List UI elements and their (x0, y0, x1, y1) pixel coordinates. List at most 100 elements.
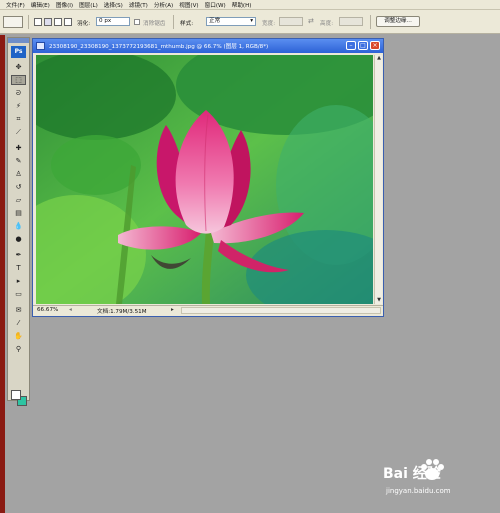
move-tool[interactable]: ✥ (11, 62, 26, 72)
blur-icon: 💧 (14, 222, 23, 230)
document-window: 23308190_23308190_1373772193681_mthumb.j… (32, 38, 384, 317)
eyedropper-icon: ⁄ (17, 319, 20, 327)
document-size-info: 文档:1.79M/3.51M (97, 309, 147, 315)
crop-tool[interactable]: ⌗ (11, 114, 26, 124)
menu-layer[interactable]: 图层(L) (79, 1, 98, 9)
dodge-icon: ● (15, 235, 22, 243)
dodge-tool[interactable]: ● (11, 234, 26, 244)
blur-tool[interactable]: 💧 (11, 221, 26, 231)
menu-image[interactable]: 图像(I) (56, 1, 73, 9)
pen-tool[interactable]: ✒ (11, 250, 26, 260)
gradient-tool[interactable]: ▤ (11, 208, 26, 218)
notes-tool[interactable]: ✉ (11, 305, 26, 315)
move-icon: ✥ (15, 63, 22, 71)
lasso-tool[interactable]: ᘐ (11, 88, 26, 98)
type-tool[interactable]: T (11, 263, 26, 273)
status-arrow-icon[interactable]: ▸ (171, 307, 174, 313)
intersect-selection-icon[interactable] (64, 18, 72, 26)
watermark-url: jingyan.baidu.com (386, 487, 451, 495)
width-label: 宽度: (262, 21, 276, 27)
shape-tool[interactable]: ▭ (11, 289, 26, 299)
menu-filter[interactable]: 滤镜(T) (129, 1, 148, 9)
horizontal-scrollbar[interactable] (181, 307, 381, 314)
menu-select[interactable]: 选择(S) (104, 1, 123, 9)
style-select[interactable]: 正常 ▾ (206, 17, 256, 26)
desktop-edge (0, 35, 5, 513)
options-separator (370, 15, 371, 29)
menu-edit[interactable]: 编辑(E) (31, 1, 50, 9)
chevron-down-icon: ▾ (250, 18, 253, 24)
menu-view[interactable]: 视图(V) (179, 1, 198, 9)
clone-stamp-icon: ♙ (15, 170, 22, 178)
marquee-icon: ⬚ (15, 76, 22, 84)
maximize-icon[interactable]: □ (358, 41, 368, 50)
hand-tool[interactable]: ✋ (11, 331, 26, 341)
document-titlebar[interactable]: 23308190_23308190_1373772193681_mthumb.j… (33, 39, 383, 53)
status-menu-icon[interactable]: ◂ (69, 307, 72, 313)
lasso-icon: ᘐ (16, 88, 21, 97)
swap-icon[interactable]: ⇄ (308, 17, 314, 25)
menu-help[interactable]: 帮助(H) (232, 1, 252, 9)
height-input[interactable] (339, 17, 363, 26)
baidu-watermark: Bai 经验 jingyan.baidu.com (383, 458, 495, 508)
status-bar: 66.67% ◂ 文档:1.79M/3.51M ▸ (33, 305, 383, 315)
shape-icon: ▭ (15, 290, 22, 298)
zoom-icon: ⚲ (15, 345, 22, 353)
foreground-color-swatch[interactable] (11, 390, 21, 400)
path-selection-tool[interactable]: ▸ (11, 276, 26, 286)
brush-icon: ✎ (15, 157, 22, 165)
menu-bar: 文件(F) 编辑(E) 图像(I) 图层(L) 选择(S) 滤镜(T) 分析(A… (0, 0, 500, 10)
history-brush-icon: ↺ (15, 183, 22, 191)
vertical-scrollbar[interactable]: ▲ ▼ (374, 55, 382, 304)
baidu-paw-icon (421, 459, 444, 480)
minimize-icon[interactable]: – (346, 41, 356, 50)
style-label: 样式: (180, 21, 194, 27)
style-select-value: 正常 (209, 18, 221, 24)
width-input[interactable] (279, 17, 303, 26)
magic-wand-tool[interactable]: ⚡ (11, 101, 26, 111)
close-icon[interactable]: × (370, 41, 380, 50)
eyedropper-tool[interactable]: ⁄ (11, 318, 26, 328)
zoom-level[interactable]: 66.67% (37, 307, 58, 313)
hand-icon: ✋ (14, 332, 23, 340)
options-separator (28, 15, 29, 29)
feather-label: 羽化: (77, 21, 91, 27)
tool-preset-picker[interactable] (3, 16, 23, 28)
magic-wand-icon: ⚡ (16, 102, 21, 110)
zoom-tool[interactable]: ⚲ (11, 344, 26, 354)
healing-brush-tool[interactable]: ✚ (11, 143, 26, 153)
image-canvas[interactable] (36, 55, 373, 304)
scroll-up-icon[interactable]: ▲ (375, 55, 383, 62)
photoshop-logo-icon[interactable]: Ps (11, 46, 26, 58)
document-icon (36, 42, 45, 50)
eraser-tool[interactable]: ▱ (11, 195, 26, 205)
notes-icon: ✉ (15, 306, 22, 314)
toolbox-panel: Ps ✥ ⬚ ᘐ ⚡ ⌗ ⟋ ✚ ✎ ♙ ↺ ▱ ▤ 💧 ● ✒ T ▸ ▭ ✉ ⁄ ✋ ⚲ (7, 37, 30, 406)
refine-edge-button[interactable]: 调整边缘... (376, 16, 420, 27)
eraser-icon: ▱ (15, 196, 22, 204)
brush-tool[interactable]: ✎ (11, 156, 26, 166)
history-brush-tool[interactable]: ↺ (11, 182, 26, 192)
height-label: 高度: (320, 21, 334, 27)
toolbox-grip[interactable] (8, 38, 29, 43)
add-to-selection-icon[interactable] (44, 18, 52, 26)
options-bar: 羽化: 0 px 消除锯齿 样式: 正常 ▾ 宽度: ⇄ 高度: 调整边缘... (0, 10, 500, 34)
marquee-tool[interactable]: ⬚ (11, 75, 26, 85)
gradient-icon: ▤ (15, 209, 22, 217)
menu-file[interactable]: 文件(F) (6, 1, 25, 9)
feather-input[interactable]: 0 px (96, 17, 130, 26)
slice-tool[interactable]: ⟋ (11, 127, 26, 137)
subtract-selection-icon[interactable] (54, 18, 62, 26)
antialias-label: 消除锯齿 (143, 21, 166, 27)
menu-window[interactable]: 窗口(W) (205, 1, 226, 9)
scroll-down-icon[interactable]: ▼ (375, 297, 383, 304)
clone-stamp-tool[interactable]: ♙ (11, 169, 26, 179)
healing-brush-icon: ✚ (15, 144, 22, 152)
lotus-photo (36, 55, 373, 304)
type-icon: T (16, 264, 21, 272)
slice-icon: ⟋ (16, 127, 21, 136)
new-selection-icon[interactable] (34, 18, 42, 26)
pen-icon: ✒ (15, 251, 22, 259)
menu-analysis[interactable]: 分析(A) (154, 1, 173, 9)
antialias-checkbox[interactable] (134, 19, 140, 25)
